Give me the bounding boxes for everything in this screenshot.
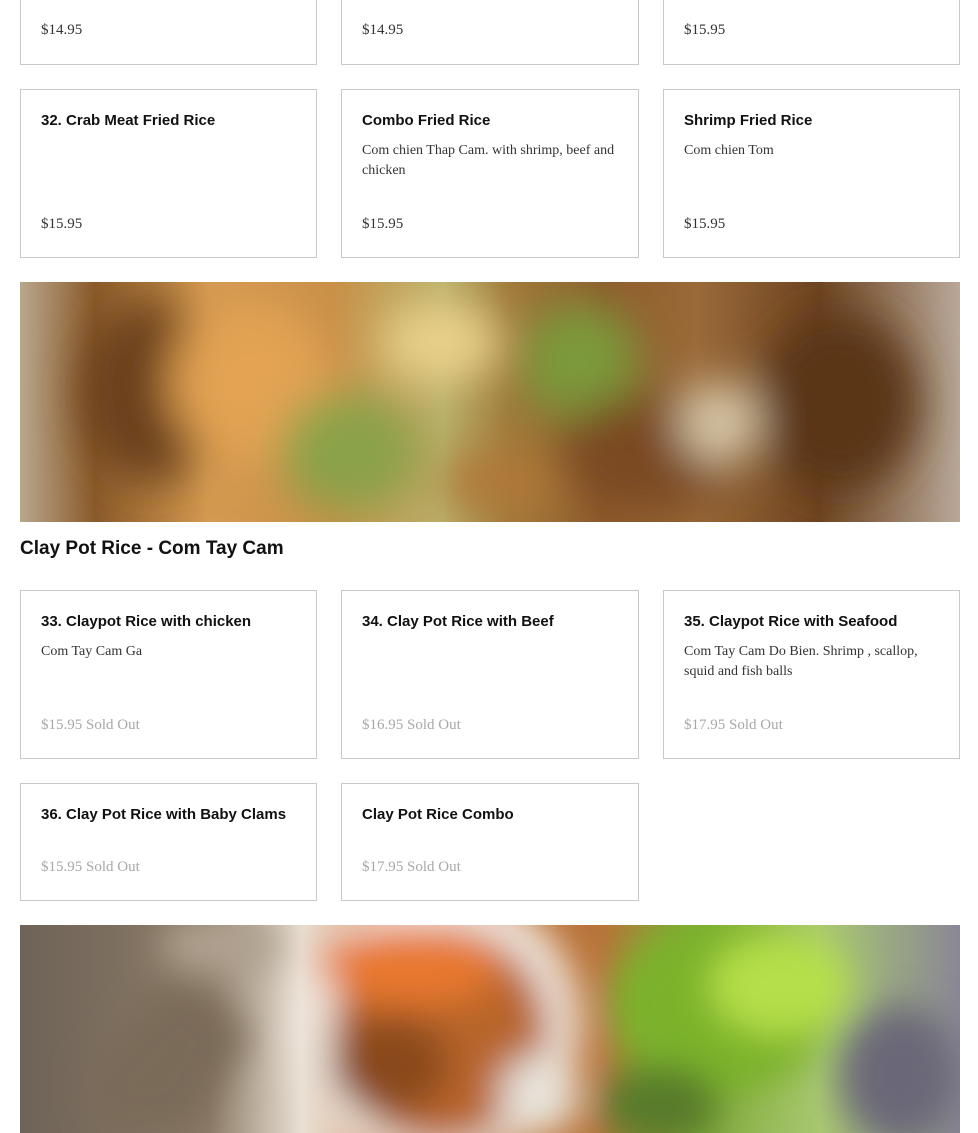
item-description: Com Tay Cam Ga xyxy=(41,644,143,659)
item-name: 34. Clay Pot Rice with Beef xyxy=(362,613,554,630)
item-name: Combo Fried Rice xyxy=(362,112,491,129)
section-banner-image xyxy=(20,282,960,522)
sold-out-label: Sold Out xyxy=(729,717,783,733)
blurred-food-photo xyxy=(20,925,960,1133)
item-price: $15.95 xyxy=(41,859,83,875)
menu-item-card[interactable]: 33. Claypot Rice with chicken Com Tay Ca… xyxy=(20,590,317,759)
item-price: $15.95 xyxy=(41,216,83,232)
menu-item-card[interactable]: Clay Pot Rice Combo $17.95 Sold Out xyxy=(341,783,639,901)
sold-out-label: Sold Out xyxy=(86,717,140,733)
menu-item-card[interactable]: Shrimp Fried Rice Com chien Tom $15.95 xyxy=(663,89,960,258)
sold-out-label: Sold Out xyxy=(407,717,461,733)
item-name: 32. Crab Meat Fried Rice xyxy=(41,112,216,129)
item-price-row: $15.95 Sold Out xyxy=(41,717,140,734)
item-price: $15.95 xyxy=(41,717,83,733)
item-price-row: $17.95 Sold Out xyxy=(362,859,461,876)
blurred-food-photo xyxy=(20,282,960,522)
menu-item-card[interactable]: 35. Claypot Rice with Seafood Com Tay Ca… xyxy=(663,590,960,759)
item-price-row: $15.95 Sold Out xyxy=(41,859,140,876)
item-price: $14.95 xyxy=(41,22,83,38)
item-name: 33. Claypot Rice with chicken xyxy=(41,613,252,630)
menu-item-card[interactable]: 32. Crab Meat Fried Rice $15.95 xyxy=(20,89,317,258)
section-banner-image xyxy=(20,925,960,1133)
item-name: Shrimp Fried Rice xyxy=(684,112,813,129)
item-price-row: $17.95 Sold Out xyxy=(684,717,783,734)
item-price: $15.95 xyxy=(684,22,726,38)
item-description: Com chien Tom xyxy=(684,143,774,158)
item-name: 36. Clay Pot Rice with Baby Clams xyxy=(41,806,287,823)
item-price: $16.95 xyxy=(362,717,404,733)
item-name: 35. Claypot Rice with Seafood xyxy=(684,613,898,630)
menu-item-card[interactable]: 36. Clay Pot Rice with Baby Clams $15.95… xyxy=(20,783,317,901)
menu-item-card[interactable]: $14.95 xyxy=(341,0,639,65)
menu-item-card[interactable]: Combo Fried Rice Com chien Thap Cam. wit… xyxy=(341,89,639,258)
section-title: Clay Pot Rice - Com Tay Cam xyxy=(20,538,284,559)
item-price: $17.95 xyxy=(684,717,726,733)
item-name: Clay Pot Rice Combo xyxy=(362,806,514,823)
item-price: $15.95 xyxy=(684,216,726,232)
item-price: $17.95 xyxy=(362,859,404,875)
item-price-row: $16.95 Sold Out xyxy=(362,717,461,734)
item-description: Com Tay Cam Do Bien. Shrimp , scallop, s… xyxy=(684,644,918,679)
sold-out-label: Sold Out xyxy=(86,859,140,875)
menu-item-card[interactable]: $15.95 xyxy=(663,0,960,65)
item-price: $15.95 xyxy=(362,216,404,232)
item-price: $14.95 xyxy=(362,22,404,38)
menu-item-card[interactable]: 34. Clay Pot Rice with Beef $16.95 Sold … xyxy=(341,590,639,759)
item-description: Com chien Thap Cam. with shrimp, beef an… xyxy=(362,143,615,178)
menu-item-card[interactable]: $14.95 xyxy=(20,0,317,65)
sold-out-label: Sold Out xyxy=(407,859,461,875)
